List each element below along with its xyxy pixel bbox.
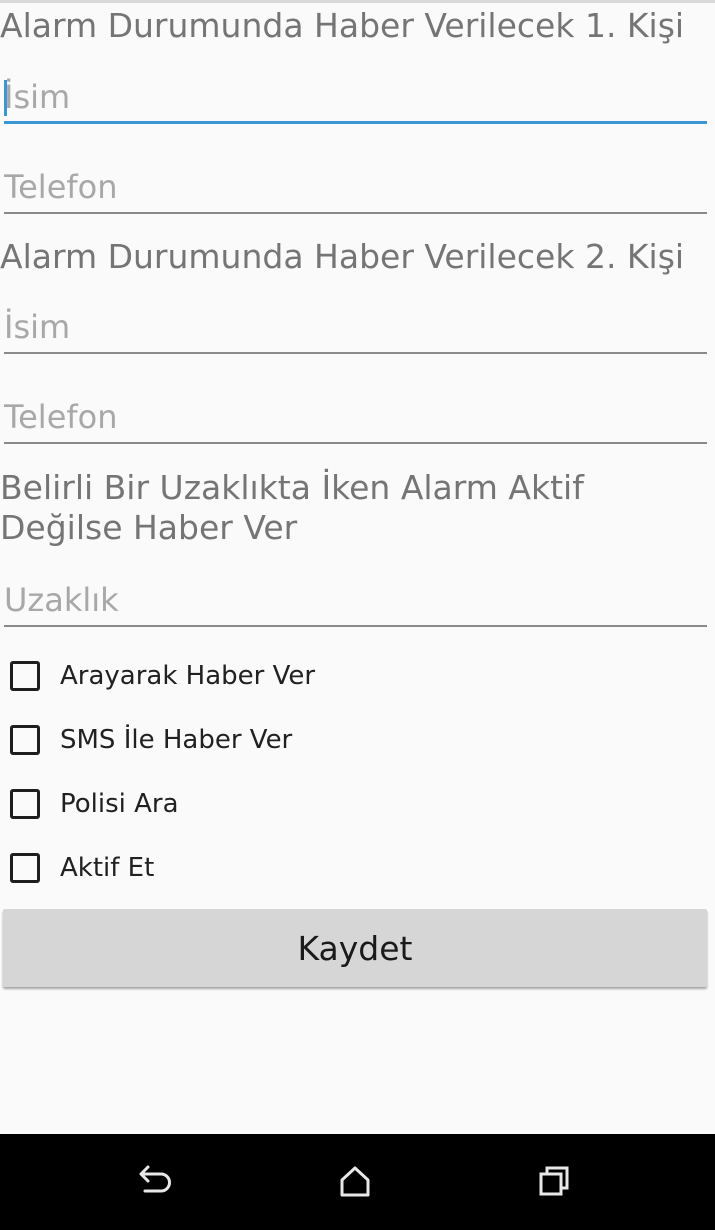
contact1-phone-field[interactable]	[4, 162, 707, 214]
back-icon[interactable]	[131, 1158, 179, 1206]
distance-input[interactable]	[4, 575, 707, 625]
contact1-name-field[interactable]	[4, 72, 707, 124]
contact2-name-field[interactable]	[4, 302, 707, 354]
checkbox-icon[interactable]	[10, 661, 40, 691]
field-underline	[4, 442, 707, 444]
field-underline	[4, 352, 707, 354]
text-cursor	[4, 80, 7, 116]
status-bar-edge	[0, 0, 715, 3]
contact1-phone-input[interactable]	[4, 162, 707, 212]
field-underline	[4, 212, 707, 214]
checkbox-call-notify[interactable]: Arayarak Haber Ver	[8, 658, 408, 698]
checkbox-icon[interactable]	[10, 789, 40, 819]
distance-field[interactable]	[4, 575, 707, 627]
contact2-name-input[interactable]	[4, 302, 707, 352]
field-underline	[4, 625, 707, 627]
checkbox-icon[interactable]	[10, 853, 40, 883]
contact1-title: Alarm Durumunda Haber Verilecek 1. Kişi	[0, 6, 685, 45]
checkbox-label: Polisi Ara	[60, 789, 179, 819]
checkbox-label: Arayarak Haber Ver	[60, 661, 316, 691]
home-icon[interactable]	[331, 1158, 379, 1206]
field-underline	[4, 121, 707, 124]
checkbox-sms-notify[interactable]: SMS İle Haber Ver	[8, 722, 408, 762]
recents-icon[interactable]	[531, 1158, 579, 1206]
contact2-title: Alarm Durumunda Haber Verilecek 2. Kişi	[0, 237, 685, 276]
checkbox-call-police[interactable]: Polisi Ara	[8, 786, 408, 826]
checkbox-label: SMS İle Haber Ver	[60, 725, 293, 755]
contact2-phone-field[interactable]	[4, 392, 707, 444]
checkbox-label: Aktif Et	[60, 853, 155, 883]
distance-title: Belirli Bir Uzaklıkta İken Alarm Aktif D…	[0, 468, 584, 547]
checkbox-icon[interactable]	[10, 725, 40, 755]
checkbox-activate[interactable]: Aktif Et	[8, 850, 408, 890]
contact2-phone-input[interactable]	[4, 392, 707, 442]
navigation-bar	[0, 1134, 715, 1230]
save-button[interactable]: Kaydet	[3, 909, 707, 987]
contact1-name-input[interactable]	[4, 72, 707, 122]
